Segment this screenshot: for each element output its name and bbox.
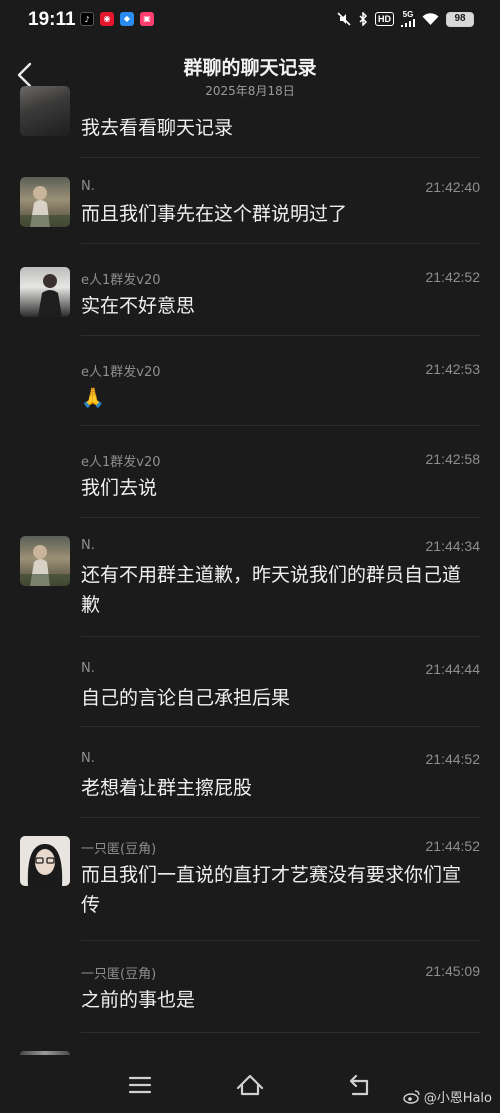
sender-name: e人1群发v20 [81,365,161,380]
sender-name: N. [81,538,95,553]
page-title: 群聊的聊天记录 [183,57,317,79]
weibo-icon [402,1090,420,1104]
avatar[interactable] [20,86,70,136]
sender-name: 一只匿(豆角) [81,967,157,982]
network-label: 5G [402,10,414,19]
message-divider [81,636,480,637]
status-app-icons: ♪ ◉ ◆ ▣ [80,12,154,26]
status-time: 19:11 [28,9,76,30]
app-icon: ▣ [140,12,154,26]
return-button[interactable] [342,1067,378,1103]
watermark-text: @小恩Halo [423,1091,492,1106]
message-divider [81,335,480,336]
signal-icon [401,19,415,27]
message-time: 21:42:58 [425,451,481,467]
message-divider [81,726,480,727]
avatar[interactable] [20,836,70,886]
sender-name: N. [81,661,95,676]
home-button[interactable] [232,1067,268,1103]
wifi-icon [422,12,439,25]
message-time: 21:44:44 [425,661,481,677]
message-time: 21:44:52 [425,838,481,854]
message-text: 我们去说 [81,477,158,499]
watermark: @小恩Halo [402,1087,492,1106]
status-bar: 19:11 ♪ ◉ ◆ ▣ HD 5G 98 [0,0,500,44]
message-divider [81,243,480,244]
message-text: 之前的事也是 [81,989,196,1011]
status-indicators: HD 5G 98 [337,11,474,27]
network-indicator: 5G [401,11,415,27]
page-subtitle: 2025年8月18日 [205,84,295,98]
sender-name: N. [81,179,95,194]
message-item[interactable]: 我去看看聊天记录 [0,86,500,158]
message-text: 而且我们一直说的直打才艺赛没有要求你们宣传 [81,864,462,916]
sender-name: N. [81,751,95,766]
message-time: 21:45:09 [425,963,481,979]
avatar[interactable] [20,536,70,586]
message-text: 而且我们事先在这个群说明过了 [81,203,348,225]
message-text: 老想着让群主擦屁股 [81,777,253,799]
mute-icon [337,12,351,26]
message-divider [81,940,480,941]
message-divider [81,1032,480,1033]
system-nav-bar: @小恩Halo [0,1055,500,1113]
hd-badge: HD [375,12,394,26]
message-text: 我去看看聊天记录 [81,117,234,139]
avatar-photo-icon [38,274,62,317]
battery-indicator: 98 [446,11,474,27]
return-icon [349,1074,369,1096]
message-text: 🙏 [81,387,105,409]
message-time: 21:42:52 [425,269,481,285]
message-time: 21:44:52 [425,751,481,767]
avatar-photo-icon [20,186,70,227]
bluetooth-icon [359,12,368,26]
avatar-photo-icon [20,545,70,586]
sender-name: 一只匿(豆角) [81,842,157,857]
chat-header: 群聊的聊天记录 2025年8月18日 [0,44,500,106]
avatar-photo-icon [27,844,63,886]
message-time: 21:44:34 [425,538,481,554]
menu-button[interactable] [122,1067,158,1103]
menu-icon [128,1076,152,1094]
message-time: 21:42:40 [425,179,481,195]
message-divider [81,517,480,518]
app-icon: ◆ [120,12,134,26]
tiktok-icon: ♪ [80,12,94,26]
message-divider [81,157,480,158]
message-text: 实在不好意思 [81,295,196,317]
home-icon [236,1074,264,1096]
message-text: 自己的言论自己承担后果 [81,687,291,709]
sender-name: e人1群发v20 [81,273,161,288]
sender-name: e人1群发v20 [81,455,161,470]
message-divider [81,425,480,426]
message-time: 21:42:53 [425,361,481,377]
avatar[interactable] [20,267,70,317]
message-divider [81,817,480,818]
weibo-icon: ◉ [100,12,114,26]
message-text: 还有不用群主道歉，昨天说我们的群员自己道歉 [81,564,462,616]
avatar[interactable] [20,177,70,227]
